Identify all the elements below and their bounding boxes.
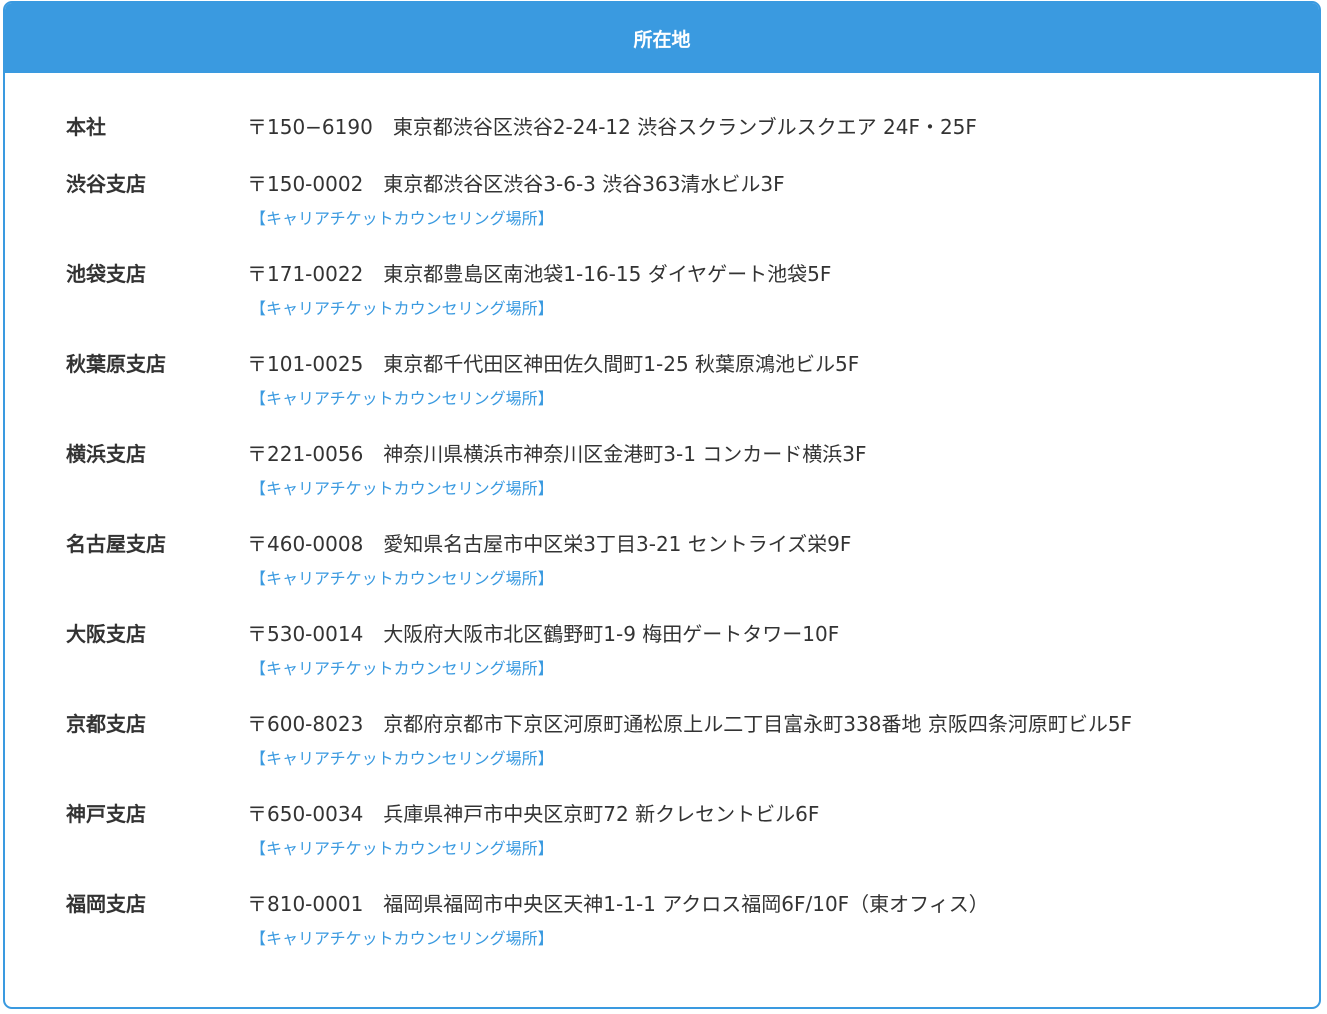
- counseling-location-link[interactable]: 【キャリアチケットカウンセリング場所】: [250, 565, 554, 589]
- office-address: 〒530-0014 大阪府大阪市北区鶴野町1-9 梅田ゲートタワー10F: [247, 622, 840, 646]
- office-name: 本社: [66, 115, 106, 139]
- office-name: 京都支店: [66, 712, 146, 736]
- office-address: 〒460-0008 愛知県名古屋市中区栄3丁目3-21 セントライズ栄9F: [247, 532, 852, 556]
- office-name: 福岡支店: [66, 892, 146, 916]
- counseling-location-link[interactable]: 【キャリアチケットカウンセリング場所】: [250, 295, 554, 319]
- counseling-location-link[interactable]: 【キャリアチケットカウンセリング場所】: [250, 655, 554, 679]
- office-address: 〒650-0034 兵庫県神戸市中央区京町72 新クレセントビル6F: [247, 802, 820, 826]
- office-address: 〒150-0002 東京都渋谷区渋谷3-6-3 渋谷363清水ビル3F: [247, 172, 785, 196]
- panel-header: 所在地: [5, 3, 1319, 73]
- office-address: 〒221-0056 神奈川県横浜市神奈川区金港町3-1 コンカード横浜3F: [247, 442, 867, 466]
- counseling-location-link[interactable]: 【キャリアチケットカウンセリング場所】: [250, 475, 554, 499]
- office-address: 〒810-0001 福岡県福岡市中央区天神1-1-1 アクロス福岡6F/10F（…: [247, 892, 989, 916]
- office-name: 名古屋支店: [66, 532, 166, 556]
- panel-title: 所在地: [633, 28, 691, 51]
- office-name: 神戸支店: [66, 802, 146, 826]
- office-address: 〒150−6190 東京都渋谷区渋谷2-24-12 渋谷スクランブルスクエア 2…: [247, 115, 977, 139]
- office-name: 大阪支店: [66, 622, 146, 646]
- counseling-location-link[interactable]: 【キャリアチケットカウンセリング場所】: [250, 385, 554, 409]
- counseling-location-link[interactable]: 【キャリアチケットカウンセリング場所】: [250, 835, 554, 859]
- office-name: 秋葉原支店: [66, 352, 166, 376]
- office-address: 〒600-8023 京都府京都市下京区河原町通松原上ル二丁目富永町338番地 京…: [247, 712, 1133, 736]
- office-address: 〒171-0022 東京都豊島区南池袋1-16-15 ダイヤゲート池袋5F: [247, 262, 832, 286]
- office-address: 〒101-0025 東京都千代田区神田佐久間町1-25 秋葉原鴻池ビル5F: [247, 352, 860, 376]
- counseling-location-link[interactable]: 【キャリアチケットカウンセリング場所】: [250, 745, 554, 769]
- office-name: 池袋支店: [66, 262, 146, 286]
- locations-panel: 所在地 本社 〒150−6190 東京都渋谷区渋谷2-24-12 渋谷スクランブ…: [3, 1, 1321, 1009]
- office-name: 渋谷支店: [66, 172, 146, 196]
- counseling-location-link[interactable]: 【キャリアチケットカウンセリング場所】: [250, 925, 554, 949]
- counseling-location-link[interactable]: 【キャリアチケットカウンセリング場所】: [250, 205, 554, 229]
- office-name: 横浜支店: [66, 442, 146, 466]
